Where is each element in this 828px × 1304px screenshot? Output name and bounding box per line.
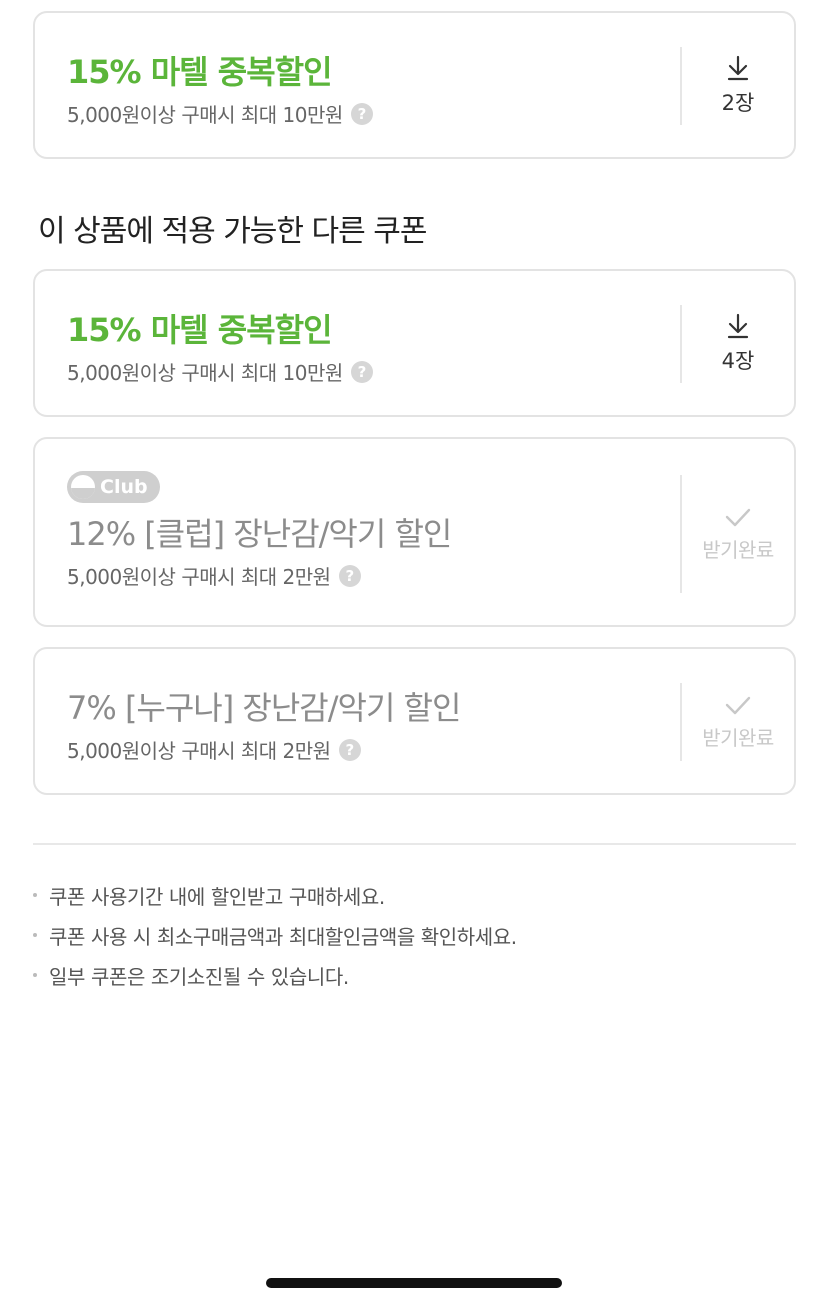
notice-item: 쿠폰 사용 시 최소구매금액과 최대할인금액을 확인하세요.: [33, 915, 796, 955]
check-icon: [725, 696, 751, 714]
coupon-count: 2장: [721, 91, 755, 115]
home-indicator[interactable]: [266, 1278, 562, 1288]
bullet-icon: [33, 973, 37, 977]
coupon-condition: 5,000원이상 구매시 최대 2만원 ?: [67, 735, 664, 764]
club-badge-label: Club: [100, 476, 148, 498]
coupon-title: 12% [클럽] 장난감/악기 할인: [67, 515, 452, 553]
notice-list: 쿠폰 사용기간 내에 할인받고 구매하세요. 쿠폰 사용 시 최소구매금액과 최…: [33, 875, 796, 995]
coupon-card: 7% [누구나] 장난감/악기 할인 5,000원이상 구매시 최대 2만원 ?…: [33, 647, 796, 795]
help-icon[interactable]: ?: [338, 738, 361, 761]
coupon-info: 15% 마텔 중복할인 5,000원이상 구매시 최대 10만원 ?: [67, 47, 664, 128]
bullet-icon: [33, 893, 37, 897]
coupon-title: 15% 마텔 중복할인: [67, 311, 333, 349]
help-icon[interactable]: ?: [350, 102, 373, 125]
coupon-title: 7% [누구나] 장난감/악기 할인: [67, 689, 461, 727]
coupon-count: 4장: [721, 349, 755, 373]
coupon-received-status: 받기완료: [682, 475, 794, 593]
coupon-card[interactable]: 15% 마텔 중복할인 5,000원이상 구매시 최대 10만원 ? 4장: [33, 269, 796, 417]
coupon-condition-text: 5,000원이상 구매시 최대 10만원: [67, 361, 343, 385]
coupon-condition: 5,000원이상 구매시 최대 10만원 ?: [67, 99, 664, 128]
club-logo-icon: [71, 475, 95, 499]
download-coupon-button[interactable]: 4장: [682, 305, 794, 383]
coupon-condition-text: 5,000원이상 구매시 최대 2만원: [67, 739, 331, 763]
bullet-icon: [33, 933, 37, 937]
coupon-condition: 5,000원이상 구매시 최대 10만원 ?: [67, 357, 664, 386]
coupon-card-top[interactable]: 15% 마텔 중복할인 5,000원이상 구매시 최대 10만원 ? 2장: [33, 11, 796, 159]
notice-text: 쿠폰 사용 시 최소구매금액과 최대할인금액을 확인하세요.: [49, 924, 517, 949]
coupon-title: 15% 마텔 중복할인: [67, 53, 333, 91]
notice-item: 일부 쿠폰은 조기소진될 수 있습니다.: [33, 955, 796, 995]
section-title: 이 상품에 적용 가능한 다른 쿠폰: [38, 214, 427, 249]
coupon-condition: 5,000원이상 구매시 최대 2만원 ?: [67, 561, 664, 590]
coupon-condition-text: 5,000원이상 구매시 최대 10만원: [67, 103, 343, 127]
received-label: 받기완료: [702, 537, 774, 562]
download-icon: [727, 55, 749, 81]
section-divider: [33, 843, 796, 845]
check-icon: [725, 508, 751, 526]
coupon-info: Club 12% [클럽] 장난감/악기 할인 5,000원이상 구매시 최대 …: [67, 471, 664, 590]
notice-text: 일부 쿠폰은 조기소진될 수 있습니다.: [49, 964, 349, 989]
help-icon[interactable]: ?: [338, 564, 361, 587]
download-coupon-button[interactable]: 2장: [682, 47, 794, 125]
coupon-info: 15% 마텔 중복할인 5,000원이상 구매시 최대 10만원 ?: [67, 305, 664, 386]
download-icon: [727, 313, 749, 339]
coupon-card: Club 12% [클럽] 장난감/악기 할인 5,000원이상 구매시 최대 …: [33, 437, 796, 627]
coupon-info: 7% [누구나] 장난감/악기 할인 5,000원이상 구매시 최대 2만원 ?: [67, 683, 664, 764]
coupon-received-status: 받기완료: [682, 683, 794, 761]
club-badge: Club: [67, 471, 160, 503]
help-icon[interactable]: ?: [350, 360, 373, 383]
notice-text: 쿠폰 사용기간 내에 할인받고 구매하세요.: [49, 884, 385, 909]
notice-item: 쿠폰 사용기간 내에 할인받고 구매하세요.: [33, 875, 796, 915]
coupon-condition-text: 5,000원이상 구매시 최대 2만원: [67, 565, 331, 589]
received-label: 받기완료: [702, 725, 774, 750]
